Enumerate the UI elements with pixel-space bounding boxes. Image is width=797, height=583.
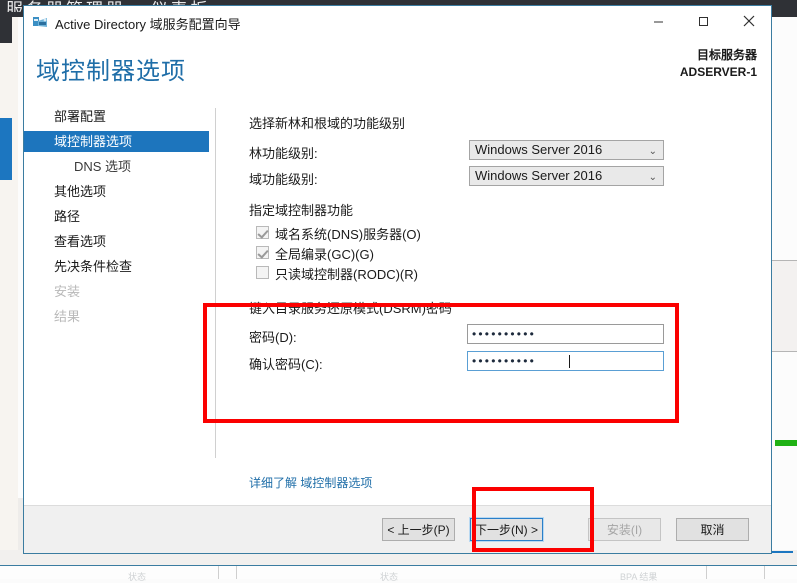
background-column-divider — [236, 566, 237, 579]
chevron-down-icon: ⌄ — [648, 146, 657, 157]
checkbox-icon[interactable] — [256, 246, 269, 259]
dialog-title-text: Active Directory 域服务配置向导 — [55, 17, 241, 32]
background-rail-selected-item — [0, 118, 12, 180]
domain-functional-level-value: Windows Server 2016 — [475, 168, 603, 183]
forest-functional-level-label: 林功能级别: — [249, 146, 318, 161]
wizard-step-list: 部署配置 域控制器选项 DNS 选项 其他选项 路径 查看选项 先决条件检查 安… — [24, 106, 209, 506]
learn-more-link[interactable]: 详细了解 域控制器选项 — [249, 474, 372, 491]
background-column-divider — [218, 566, 219, 579]
install-button: 安装(I) — [588, 518, 661, 541]
background-column-label: 状态 — [128, 572, 147, 582]
checkbox-global-catalog-label: 全局编录(GC)(G) — [275, 247, 374, 262]
target-server-block: 目标服务器 ADSERVER-1 — [680, 47, 757, 81]
sidebar-item-dns-options[interactable]: DNS 选项 — [24, 156, 209, 177]
background-column-label: BPA 结果 — [620, 572, 658, 582]
dialog-header: 域控制器选项 目标服务器 ADSERVER-1 — [24, 39, 771, 106]
background-column-divider — [764, 566, 765, 579]
capabilities-heading: 指定域控制器功能 — [249, 203, 354, 218]
checkbox-icon[interactable] — [256, 266, 269, 279]
domain-functional-level-select[interactable]: Windows Server 2016 ⌄ — [469, 166, 664, 186]
page-title: 域控制器选项 — [36, 58, 186, 85]
checkbox-read-only-dc-label: 只读域控制器(RODC)(R) — [275, 267, 418, 282]
background-left-rail — [0, 17, 18, 579]
background-column-label: 状态 — [380, 572, 399, 582]
ad-ds-configuration-wizard-window: Active Directory 域服务配置向导 域控制器选项 目标服务器 AD… — [23, 5, 772, 554]
annotation-next-button — [472, 487, 594, 552]
chevron-down-icon: ⌄ — [648, 172, 657, 183]
domain-functional-level-label: 域功能级别: — [249, 172, 318, 187]
background-status-bar — [775, 440, 797, 446]
forest-functional-level-select[interactable]: Windows Server 2016 ⌄ — [469, 140, 664, 160]
sidebar-item-review-options[interactable]: 查看选项 — [24, 231, 209, 252]
annotation-password-section — [203, 303, 679, 423]
checkbox-dns-server-label: 域名系统(DNS)服务器(O) — [275, 227, 421, 242]
previous-button[interactable]: < 上一步(P) — [382, 518, 455, 541]
target-server-label: 目标服务器 — [696, 48, 757, 62]
background-rail-item — [0, 17, 12, 43]
sidebar-item-paths[interactable]: 路径 — [24, 206, 209, 227]
maximize-icon[interactable] — [681, 6, 726, 36]
dialog-title-bar[interactable]: Active Directory 域服务配置向导 — [24, 6, 771, 39]
target-server-name: ADSERVER-1 — [679, 65, 757, 79]
dialog-footer: < 上一步(P) 下一步(N) > 安装(I) 取消 — [24, 505, 771, 553]
forest-functional-level-value: Windows Server 2016 — [475, 142, 603, 157]
sidebar-item-additional-options[interactable]: 其他选项 — [24, 181, 209, 202]
functional-level-heading: 选择新林和根域的功能级别 — [249, 116, 406, 131]
checkbox-icon[interactable] — [256, 226, 269, 239]
minimize-icon[interactable] — [636, 6, 681, 36]
active-directory-icon — [33, 15, 48, 29]
cancel-button[interactable]: 取消 — [676, 518, 749, 541]
sidebar-item-installation: 安装 — [54, 284, 81, 299]
sidebar-item-prerequisites-check[interactable]: 先决条件检查 — [24, 256, 209, 277]
close-icon[interactable] — [726, 6, 771, 36]
background-footer-area — [0, 566, 797, 579]
sidebar-item-deployment-config[interactable]: 部署配置 — [24, 106, 209, 127]
sidebar-item-domain-controller-options[interactable]: 域控制器选项 — [24, 131, 209, 152]
sidebar-item-results: 结果 — [54, 309, 81, 324]
background-column-divider — [706, 566, 707, 579]
